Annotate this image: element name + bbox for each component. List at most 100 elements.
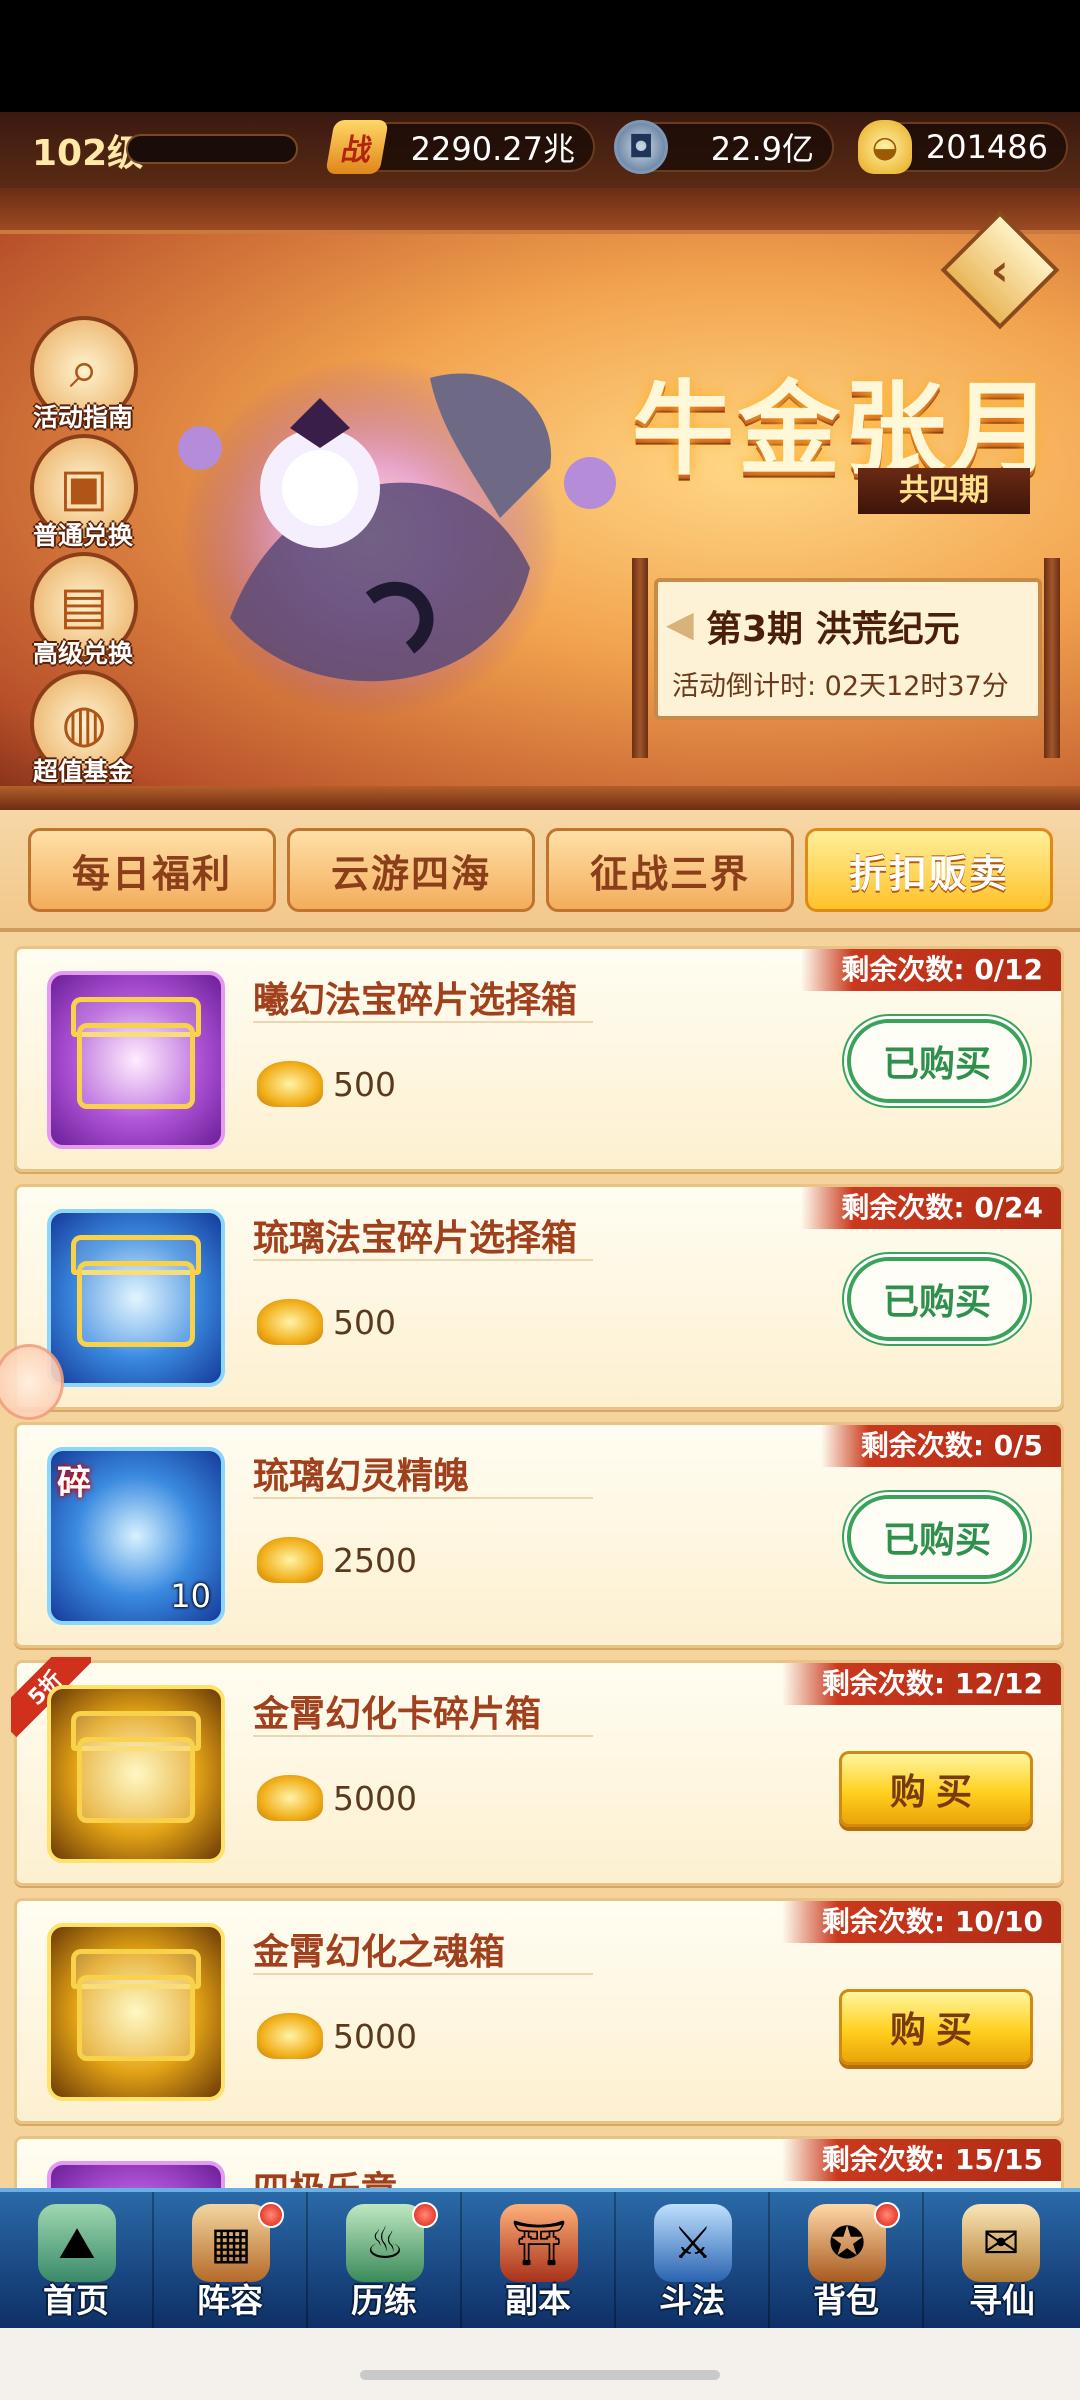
buy-button[interactable]: 购买 [839,1751,1033,1827]
board-post-left [632,558,648,758]
treasure-chest-icon [77,1975,195,2061]
tab-wander-four-seas[interactable]: 云游四海 [287,828,535,912]
nav-training[interactable]: ♨ 历练 [308,2192,462,2328]
ingot-balance[interactable]: ◒ 201486 [858,120,1068,174]
gold-ingot-icon: ◒ [858,120,912,174]
gold-ingot-icon [257,2013,323,2059]
featured-artifact-image [178,358,616,718]
item-name: 曦幻法宝碎片选择箱 [253,980,578,1021]
item-quantity: 10 [170,1577,211,1615]
magnifier-icon: ⌕ [69,339,99,400]
copper-coin-icon: ◘ [614,120,668,174]
combat-power-value: 2290.27兆 [410,130,575,168]
divider [253,1259,593,1261]
item-image [47,2161,225,2188]
scroll-icon: ✉ [962,2204,1040,2282]
item-name: 四极乐章 [253,2161,397,2188]
gold-ingot-icon [257,1299,323,1345]
item-image [47,1209,225,1387]
nav-seek-immortal[interactable]: ✉ 寻仙 [924,2192,1080,2328]
treasure-chest-icon [77,1737,195,1823]
gold-ingot-icon [257,1061,323,1107]
phase-info-board: ◀ 第3期 洪荒纪元 活动倒计时: 02天12时37分 [632,558,1064,758]
combat-power: 战 2290.27兆 [325,120,595,174]
gold-ingot-icon [257,1537,323,1583]
banner-roof [0,188,1080,234]
item-price: 500 [333,1303,396,1342]
banner-rail [0,786,1080,810]
remaining-count-badge: 剩余次数: 10/10 [781,1901,1061,1943]
home-gesture-bar[interactable] [360,2370,720,2380]
crossed-swords-icon: ⚔ [654,2204,732,2282]
ingot-value: 201486 [925,128,1048,166]
system-gesture-area [0,2328,1080,2400]
gate-icon: ⛩ [500,2204,578,2282]
list-item: 琉璃法宝碎片选择箱 500 剩余次数: 0/24 已购买 [14,1184,1064,1410]
item-image: 碎 10 [47,1447,225,1625]
bottom-navigation: ⛰ 首页 ▦ 阵容 ♨ 历练 ⛩ 副本 ⚔ 斗法 ✪ 背包 ✉ 寻仙 [0,2188,1080,2328]
value-fund-label: 超值基金 [32,757,133,786]
nav-label: 阵容 [197,2281,263,2320]
combat-power-icon: 战 [325,120,389,174]
tab-daily-welfare[interactable]: 每日福利 [28,828,276,912]
nav-label: 寻仙 [969,2281,1035,2320]
fragment-badge: 碎 [57,1463,91,1503]
nav-label: 首页 [43,2281,109,2320]
gift-box-icon: ▤ [59,576,109,636]
status-bar [0,0,1080,112]
countdown-text: 活动倒计时: 02天12时37分 [672,671,1009,702]
item-image [47,1923,225,2101]
list-item: 四极乐章 剩余次数: 15/15 [14,2136,1064,2188]
item-name: 琉璃幻灵精魄 [253,1456,470,1497]
nav-dungeon[interactable]: ⛩ 副本 [462,2192,616,2328]
item-price: 500 [333,1065,396,1104]
coin-value: 22.9亿 [710,130,814,168]
event-banner: ‹ ⌕ 活动指南 ▣ 普通兑换 ▤ 高级兑换 ◍ 超值基金 牛金张月 共四期 ◀… [0,188,1080,810]
tab-discount-sale[interactable]: 折扣贩卖 [805,828,1053,912]
back-arrow-icon: ‹ [990,244,1010,296]
item-name: 金霄幻化之魂箱 [253,1932,506,1973]
advanced-exchange-label: 高级兑换 [32,639,133,668]
remaining-count-badge: 剩余次数: 15/15 [781,2139,1061,2181]
period-count-tag: 共四期 [858,468,1030,514]
nav-label: 背包 [813,2281,879,2320]
nav-backpack[interactable]: ✪ 背包 [770,2192,924,2328]
gold-ingot-icon [257,1775,323,1821]
notification-dot [874,2202,900,2228]
divider [253,1973,593,1975]
nav-home[interactable]: ⛰ 首页 [0,2192,154,2328]
nav-duel[interactable]: ⚔ 斗法 [616,2192,770,2328]
divider [253,1735,593,1737]
divider [253,1497,593,1499]
list-item: 金霄幻化之魂箱 5000 剩余次数: 10/10 购买 [14,1898,1064,2124]
exp-progress-bar [126,134,298,164]
remaining-count-badge: 剩余次数: 0/24 [801,1187,1061,1229]
buy-button[interactable]: 购买 [839,1989,1033,2065]
home-island-icon: ⛰ [38,2204,116,2282]
nav-label: 副本 [505,2281,571,2320]
treasure-chest-icon [77,1023,195,1109]
item-image [47,971,225,1149]
guide-label: 活动指南 [32,403,133,432]
item-price: 2500 [333,1541,417,1580]
remaining-count-badge: 剩余次数: 0/5 [820,1425,1061,1467]
list-item: 5折 金霄幻化卡碎片箱 5000 剩余次数: 12/12 购买 [11,1657,1064,1886]
treasure-chest-icon [77,1261,195,1347]
divider [253,1021,593,1023]
gift-box-icon: ▣ [59,458,109,518]
treasure-pot-icon: ◍ [61,694,107,754]
normal-exchange-label: 普通兑换 [32,521,133,550]
shop-item-list[interactable]: 曦幻法宝碎片选择箱 500 剩余次数: 0/12 已购买 琉璃法宝碎片选择箱 5… [0,932,1080,2188]
board-panel: ◀ 第3期 洪荒纪元 活动倒计时: 02天12时37分 [654,578,1042,720]
list-item: 碎 10 琉璃幻灵精魄 2500 剩余次数: 0/5 已购买 [14,1422,1064,1648]
item-image [47,1685,225,1863]
coin-balance[interactable]: ◘ 22.9亿 [614,120,834,174]
nav-lineup[interactable]: ▦ 阵容 [154,2192,308,2328]
item-name: 金霄幻化卡碎片箱 [253,1694,542,1735]
prev-phase-arrow-icon[interactable]: ◀ [666,604,694,645]
item-price: 5000 [333,2017,417,2056]
purchased-button[interactable]: 已购买 [847,1019,1027,1103]
purchased-button[interactable]: 已购买 [847,1257,1027,1341]
tab-conquer-three-realms[interactable]: 征战三界 [546,828,794,912]
purchased-button[interactable]: 已购买 [847,1495,1027,1579]
